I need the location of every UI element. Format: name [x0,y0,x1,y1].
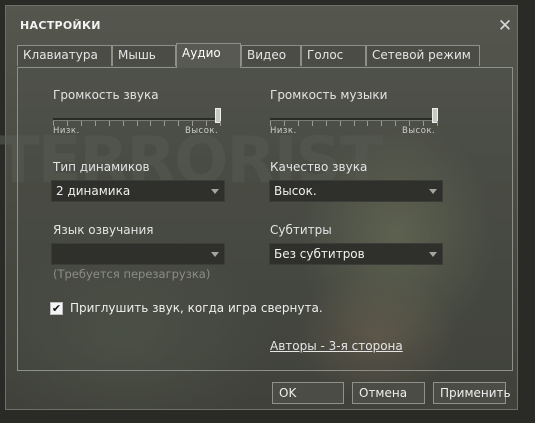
voice-language-select[interactable] [51,243,225,265]
subtitles-select[interactable]: Без субтитров [269,243,443,265]
tab-mouse[interactable]: Мышь [112,45,176,66]
chevron-down-icon [429,252,437,257]
voice-language-label: Язык озвучания [53,223,154,237]
tab-network[interactable]: Сетевой режим [366,45,480,66]
dialog-title: НАСТРОЙКИ [20,19,101,32]
sound-quality-label: Качество звука [270,160,368,174]
slider-tick [123,121,124,126]
slider-tick [395,121,396,126]
slider-tick [164,121,165,126]
slider-tick [150,121,151,126]
sound-quality-select[interactable]: Высок. [269,180,443,202]
music-volume-max-label: Высок. [402,126,436,136]
slider-tick [220,121,221,126]
sound-volume-min-label: Низк. [53,126,80,136]
apply-button[interactable]: Применить [433,382,511,404]
tab-video[interactable]: Видео [241,45,301,66]
speaker-type-label: Тип динамиков [53,160,150,174]
settings-dialog: TERRORIST НАСТРОЙКИ ✕ Клавиатура Мышь Ау… [0,5,518,410]
sound-volume-label: Громкость звука [53,88,159,102]
slider-tick [178,121,179,126]
subtitles-value: Без субтитров [274,247,365,261]
music-volume-label: Громкость музыки [270,88,388,102]
subtitles-label: Субтитры [270,223,332,237]
slider-tick [81,121,82,126]
tab-voice[interactable]: Голос [301,45,366,66]
slider-tick [340,121,341,126]
close-icon[interactable]: ✕ [497,18,513,35]
mute-when-minimized-label[interactable]: Приглушить звук, когда игра свернута. [70,301,323,315]
chevron-down-icon [211,189,219,194]
slider-tick [137,121,138,126]
slider-tick [354,121,355,126]
cancel-button[interactable]: Отмена [352,382,425,404]
slider-tick [298,121,299,126]
slider-tick [109,121,110,126]
chevron-down-icon [211,252,219,257]
slider-tick [95,121,96,126]
slider-tick [326,121,327,126]
slider-tick [381,121,382,126]
slider-tick [437,121,438,126]
tab-audio[interactable]: Аудио [176,43,241,68]
mute-when-minimized-checkbox[interactable]: ✔ [50,302,63,315]
credits-link[interactable]: Авторы - 3-я сторона [270,339,403,353]
slider-tick [312,121,313,126]
sound-quality-value: Высок. [274,184,317,198]
restart-required-hint: (Требуется перезагрузка) [53,267,211,281]
slider-tick [367,121,368,126]
chevron-down-icon [429,189,437,194]
speaker-type-select[interactable]: 2 динамика [51,180,225,202]
sound-volume-max-label: Высок. [185,126,219,136]
audio-panel [17,67,513,371]
tab-keyboard[interactable]: Клавиатура [17,45,112,66]
ok-button[interactable]: OK [272,382,344,404]
music-volume-min-label: Низк. [270,126,297,136]
speaker-type-value: 2 динамика [56,184,131,198]
